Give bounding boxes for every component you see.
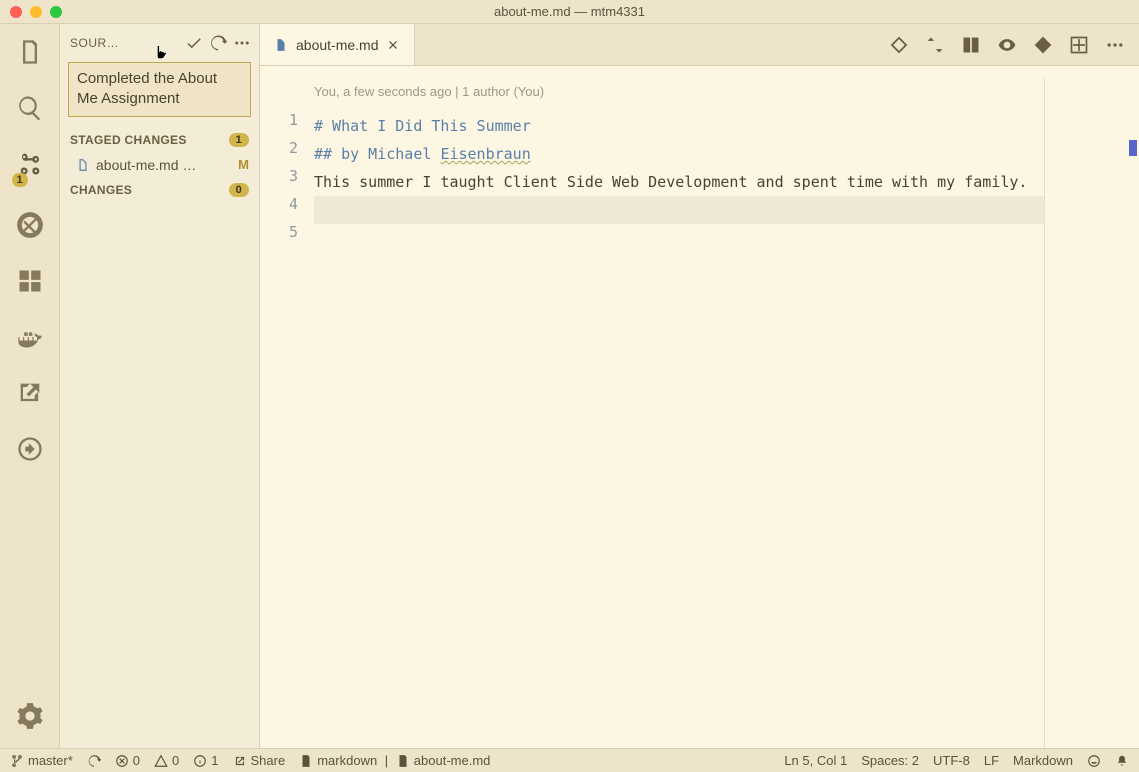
mode-status[interactable]: Markdown (1013, 753, 1073, 768)
scm-badge: 1 (12, 173, 28, 187)
explorer-icon[interactable] (16, 38, 44, 66)
diamond-icon[interactable] (1033, 35, 1053, 55)
code-line-1: # What I Did This Summer (314, 112, 1044, 140)
staged-changes-label: STAGED CHANGES (70, 133, 187, 147)
editor-actions (889, 24, 1139, 65)
changes-label: CHANGES (70, 183, 132, 197)
indent-status[interactable]: Spaces: 2 (861, 753, 919, 768)
file-icon (299, 754, 313, 768)
feedback-icon[interactable] (1087, 754, 1101, 768)
share-status[interactable]: Share (233, 753, 286, 768)
more-icon[interactable] (233, 34, 251, 52)
pointer-cursor-icon (152, 44, 170, 62)
markdown-file-icon (274, 38, 288, 52)
titlebar: about-me.md — mtm4331 (0, 0, 1139, 24)
eol-status[interactable]: LF (984, 753, 999, 768)
tab-label: about-me.md (296, 37, 378, 53)
search-icon[interactable] (16, 94, 44, 122)
compare-icon[interactable] (925, 35, 945, 55)
editor-area: about-me.md 12345 You, a few seconds ago… (260, 24, 1139, 748)
commit-message-input[interactable]: Completed the About Me Assignment (68, 62, 251, 117)
scm-icon[interactable]: 1 (16, 150, 44, 183)
window-minimize-button[interactable] (30, 6, 42, 18)
source-control-sidebar: SOUR… Completed the About Me Assignment … (60, 24, 260, 748)
minimap[interactable] (1044, 78, 1139, 748)
code-content[interactable]: You, a few seconds ago | 1 author (You) … (314, 78, 1044, 748)
changes-count: 0 (229, 183, 249, 197)
errors-status[interactable]: 0 (115, 753, 140, 768)
staged-changes-count: 1 (229, 133, 249, 147)
status-bar: master* 0 0 1 Share markdown | about-me.… (0, 748, 1139, 772)
window-zoom-button[interactable] (50, 6, 62, 18)
cursor-pos-status[interactable]: Ln 5, Col 1 (784, 753, 847, 768)
staged-file-row[interactable]: about-me.md … M (60, 153, 259, 177)
warnings-status[interactable]: 0 (154, 753, 179, 768)
tab-strip: about-me.md (260, 24, 1139, 66)
error-icon (115, 754, 129, 768)
more-actions-icon[interactable] (1105, 35, 1125, 55)
window-close-button[interactable] (10, 6, 22, 18)
changes-header[interactable]: CHANGES 0 (60, 177, 259, 203)
commit-icon[interactable] (185, 34, 203, 52)
preview-icon[interactable] (997, 35, 1017, 55)
code-area[interactable]: 12345 You, a few seconds ago | 1 author … (260, 66, 1139, 748)
warning-icon (154, 754, 168, 768)
settings-icon[interactable] (16, 702, 44, 730)
branch-icon (10, 754, 24, 768)
lang-status[interactable]: markdown | about-me.md (299, 753, 490, 768)
staged-file-status: M (238, 157, 249, 172)
gitlens-icon[interactable] (16, 435, 44, 463)
markdown-file-icon (76, 158, 90, 172)
gitlens-action-icon[interactable] (889, 35, 909, 55)
refresh-icon[interactable] (209, 34, 227, 52)
code-line-5 (314, 196, 1044, 224)
activity-bar: 1 (0, 24, 60, 748)
staged-file-name: about-me.md … (96, 157, 232, 173)
staged-changes-header[interactable]: STAGED CHANGES 1 (60, 127, 259, 153)
bell-icon[interactable] (1115, 754, 1129, 768)
debug-icon[interactable] (16, 211, 44, 239)
share-icon (233, 754, 247, 768)
liveshare-icon[interactable] (16, 379, 44, 407)
encoding-status[interactable]: UTF-8 (933, 753, 970, 768)
code-line-2: ## by Michael Eisenbraun (314, 140, 1044, 168)
sync-icon[interactable] (87, 754, 101, 768)
line-gutter: 12345 (260, 78, 314, 748)
extensions-icon[interactable] (16, 267, 44, 295)
codelens[interactable]: You, a few seconds ago | 1 author (You) (314, 78, 1044, 106)
minimap-marker (1129, 140, 1137, 156)
file-icon (396, 754, 410, 768)
open-preview-icon[interactable] (961, 35, 981, 55)
close-icon[interactable] (386, 38, 400, 52)
tab-about-me[interactable]: about-me.md (260, 24, 415, 65)
code-line-4: This summer I taught Client Side Web Dev… (314, 168, 1044, 196)
info-icon (193, 754, 207, 768)
split-editor-icon[interactable] (1069, 35, 1089, 55)
window-title: about-me.md — mtm4331 (494, 4, 645, 19)
branch-status[interactable]: master* (10, 753, 73, 768)
docker-icon[interactable] (16, 323, 44, 351)
info-status[interactable]: 1 (193, 753, 218, 768)
